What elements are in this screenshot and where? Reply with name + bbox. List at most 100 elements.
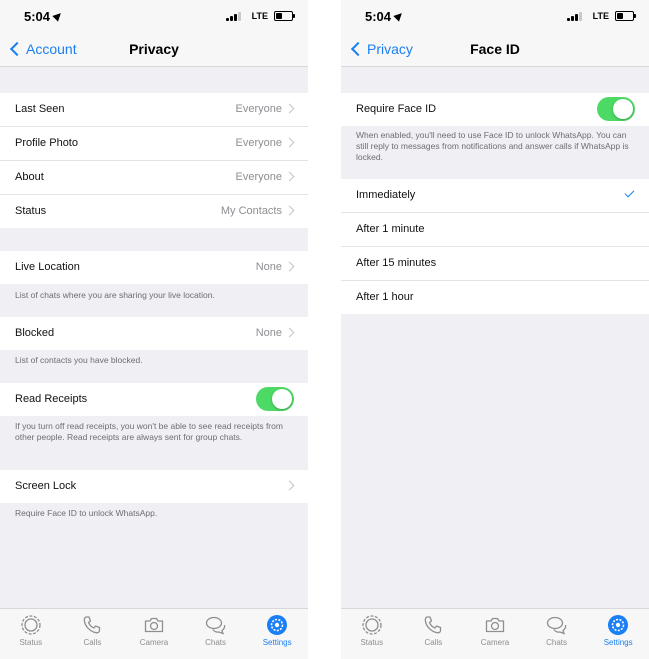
blocked-row[interactable]: Blocked None	[0, 317, 308, 350]
row-label: After 1 minute	[356, 223, 425, 235]
location-arrow-icon	[52, 10, 64, 22]
screen-lock-row[interactable]: Screen Lock	[0, 470, 308, 503]
row-label: About	[15, 171, 44, 183]
camera-icon	[485, 617, 505, 633]
chat-bubbles-icon	[205, 616, 225, 635]
status-time: 5:04	[24, 9, 64, 24]
nav-bar: Privacy Face ID	[341, 32, 649, 67]
tab-label: Settings	[262, 638, 292, 647]
read-receipts-group: Read Receipts	[0, 383, 308, 416]
chevron-right-icon	[284, 261, 295, 272]
row-label: After 1 hour	[356, 291, 414, 303]
tab-chats[interactable]: Chats	[185, 609, 247, 659]
signal-icon	[567, 12, 583, 21]
phone-icon	[425, 616, 442, 634]
read-receipts-toggle[interactable]	[256, 387, 294, 411]
row-value: My Contacts	[220, 205, 282, 217]
chevron-right-icon	[284, 103, 295, 114]
live-location-row[interactable]: Live Location None	[0, 251, 308, 284]
status-icon	[21, 615, 41, 635]
checkmark-icon	[624, 187, 635, 198]
row-label: After 15 minutes	[356, 257, 437, 269]
gear-icon	[608, 615, 629, 635]
tab-settings[interactable]: Settings	[587, 609, 649, 659]
tab-label: Chats	[205, 638, 227, 647]
read-receipts-footer: If you turn off read receipts, you won't…	[15, 421, 283, 442]
privacy-visibility-group: Last Seen Everyone Profile Photo Everyon…	[0, 93, 308, 228]
row-label: Read Receipts	[15, 393, 88, 405]
option-after-1-minute[interactable]: After 1 minute	[341, 213, 649, 247]
tab-label: Status	[19, 638, 43, 647]
row-label: Status	[15, 205, 47, 217]
tab-calls[interactable]: Calls	[62, 609, 124, 659]
option-immediately[interactable]: Immediately	[341, 179, 649, 213]
chevron-right-icon	[284, 137, 295, 148]
gear-icon	[267, 615, 288, 635]
row-value: Everyone	[235, 171, 282, 183]
battery-icon	[274, 11, 295, 21]
phone-icon	[84, 616, 101, 634]
tab-label: Settings	[603, 638, 633, 647]
tab-label: Camera	[139, 638, 169, 647]
about-row[interactable]: About Everyone	[0, 161, 308, 195]
tab-label: Calls	[83, 638, 102, 647]
chevron-right-icon	[284, 171, 295, 182]
option-after-15-minutes[interactable]: After 15 minutes	[341, 247, 649, 281]
row-value: Everyone	[235, 137, 282, 149]
nav-bar: Account Privacy	[0, 32, 308, 67]
tab-camera[interactable]: Camera	[123, 609, 185, 659]
row-label: Last Seen	[15, 103, 65, 115]
row-value: None	[255, 327, 282, 339]
signal-icon	[226, 12, 242, 21]
row-label: Require Face ID	[356, 103, 437, 115]
profile-photo-row[interactable]: Profile Photo Everyone	[0, 127, 308, 161]
require-face-id-row: Require Face ID	[341, 93, 649, 126]
row-label: Blocked	[15, 327, 55, 339]
row-value: None	[255, 261, 282, 273]
battery-icon	[615, 11, 636, 21]
blocked-group: Blocked None	[0, 317, 308, 350]
camera-icon	[144, 617, 164, 633]
tab-calls[interactable]: Calls	[403, 609, 465, 659]
status-time: 5:04	[365, 9, 405, 24]
location-arrow-icon	[393, 10, 405, 22]
chevron-right-icon	[284, 327, 295, 338]
tab-camera[interactable]: Camera	[464, 609, 526, 659]
require-face-id-footer: When enabled, you'll need to use Face ID…	[356, 130, 629, 162]
screen-lock-group: Screen Lock	[0, 470, 308, 503]
tab-label: Calls	[424, 638, 443, 647]
tab-label: Chats	[546, 638, 568, 647]
option-after-1-hour[interactable]: After 1 hour	[341, 281, 649, 314]
chevron-right-icon	[284, 205, 295, 216]
tab-label: Status	[360, 638, 384, 647]
status-privacy-row[interactable]: Status My Contacts	[0, 195, 308, 228]
tab-chats[interactable]: Chats	[526, 609, 588, 659]
tab-bar: Status Calls Camera Chats Settings	[341, 608, 649, 659]
row-label: Live Location	[15, 261, 80, 273]
blocked-footer: List of contacts you have blocked.	[15, 355, 143, 365]
read-receipts-row: Read Receipts	[0, 383, 308, 416]
tab-status[interactable]: Status	[0, 609, 62, 659]
row-label: Profile Photo	[15, 137, 78, 149]
require-face-id-toggle[interactable]	[597, 97, 635, 121]
row-label: Immediately	[356, 189, 416, 201]
tab-status[interactable]: Status	[341, 609, 403, 659]
row-label: Screen Lock	[15, 480, 77, 492]
page-title: Privacy	[129, 41, 179, 57]
chevron-right-icon	[284, 480, 295, 491]
row-value: Everyone	[235, 103, 282, 115]
status-icon	[362, 615, 382, 635]
last-seen-row[interactable]: Last Seen Everyone	[0, 93, 308, 127]
chat-bubbles-icon	[546, 616, 566, 635]
status-bar: 5:04 LTE	[0, 0, 308, 32]
screen-lock-footer: Require Face ID to unlock WhatsApp.	[15, 508, 158, 518]
toggle-knob	[272, 389, 292, 409]
tab-settings[interactable]: Settings	[246, 609, 308, 659]
tab-label: Camera	[480, 638, 510, 647]
status-bar: 5:04 LTE	[341, 0, 649, 32]
live-location-footer: List of chats where you are sharing your…	[15, 290, 215, 300]
privacy-screen: 5:04 LTE Account Privacy Last Seen Every…	[0, 0, 308, 659]
toggle-knob	[613, 99, 633, 119]
network-label: LTE	[251, 11, 268, 21]
require-face-id-group: Require Face ID	[341, 93, 649, 126]
